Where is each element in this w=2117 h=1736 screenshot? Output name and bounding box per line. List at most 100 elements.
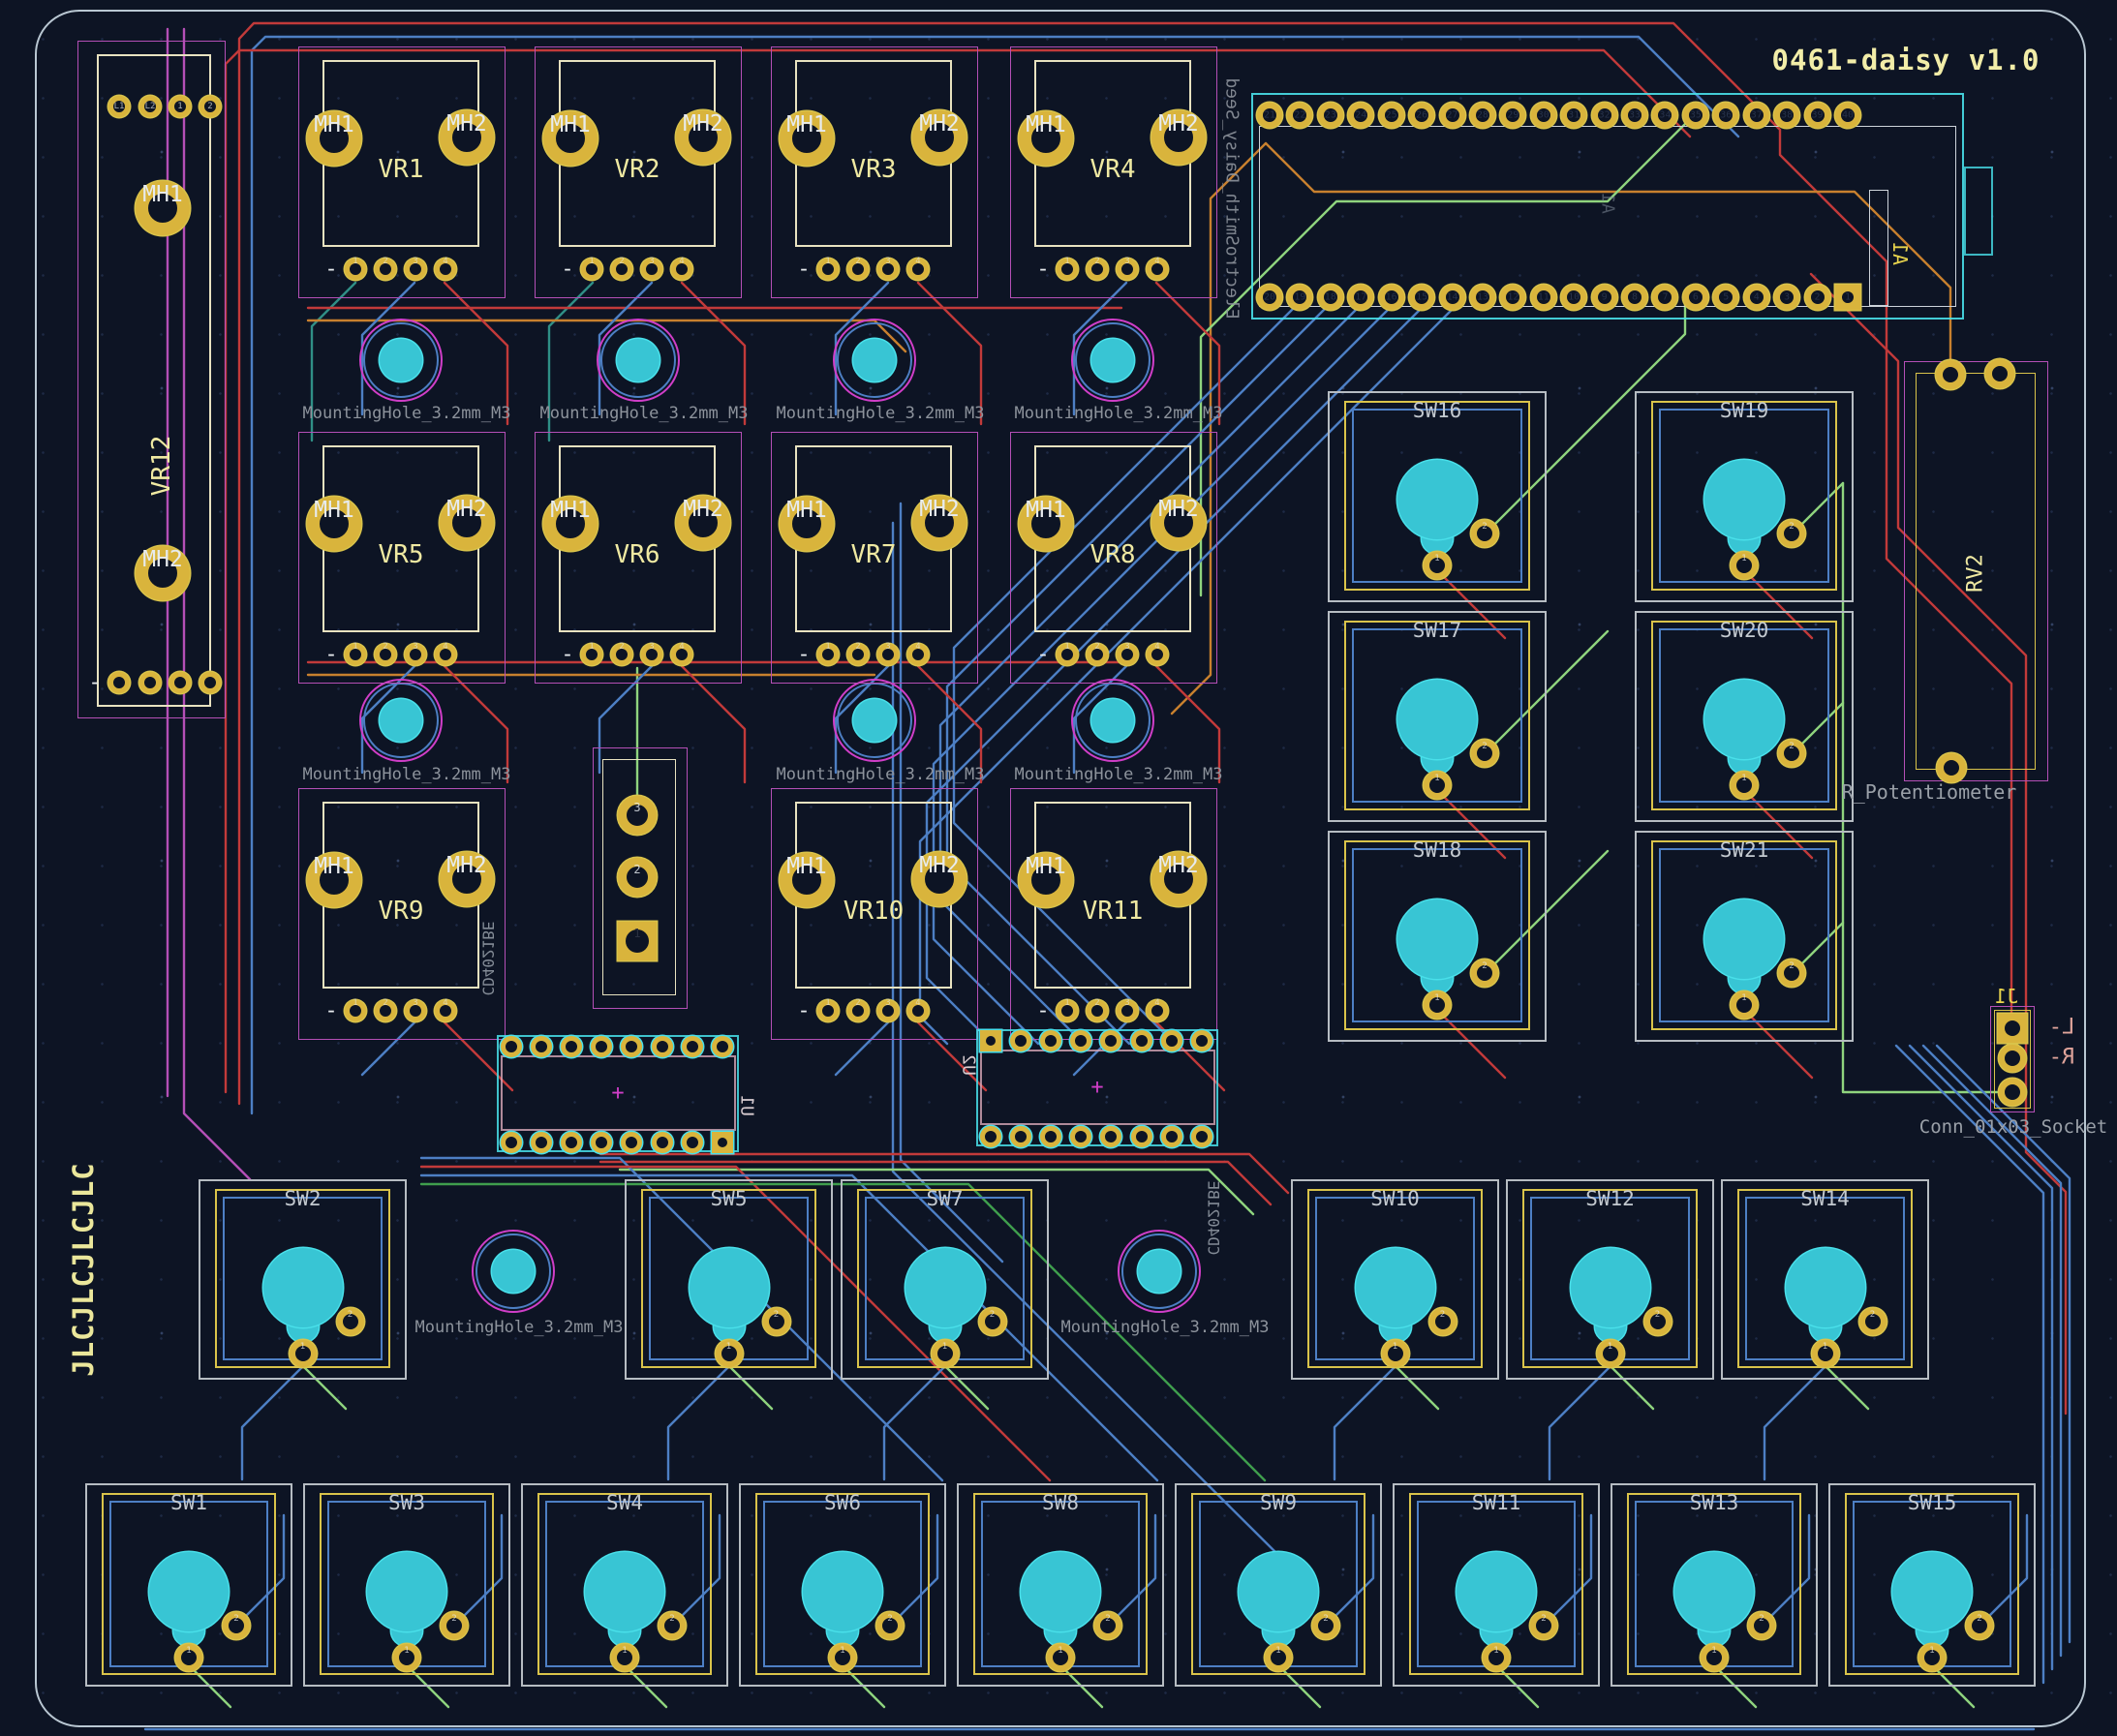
- pad[interactable]: [1191, 1030, 1212, 1051]
- pad-3[interactable]: [1999, 1079, 2026, 1106]
- pad-3[interactable]: [1937, 753, 1966, 782]
- mounting-hole[interactable]: [359, 319, 443, 402]
- footprint-sw1[interactable]: 12SW1: [85, 1483, 292, 1687]
- pcb-canvas[interactable]: 0461-daisy v1.0 JLCJLCJLCJLC ElectroSmit…: [0, 0, 2117, 1736]
- pad-number: 4: [1154, 257, 1159, 266]
- pad-number: 23: [1325, 110, 1336, 121]
- pad-2[interactable]: [1985, 359, 2014, 388]
- switch-ref-label: SW17: [1413, 619, 1462, 642]
- pad-1[interactable]: [1998, 1014, 2027, 1043]
- footprint-vr6[interactable]: MH1MH2VR61234-: [535, 432, 742, 684]
- mounting-hole[interactable]: [597, 319, 680, 402]
- pad[interactable]: [531, 1036, 552, 1057]
- mounting-hole[interactable]: [1071, 319, 1154, 402]
- pad[interactable]: [712, 1132, 733, 1153]
- footprint-vr10[interactable]: MH1MH2VR101234-: [771, 788, 978, 1040]
- switch-ref-label: SW19: [1720, 399, 1769, 422]
- footprint-sw2[interactable]: 12SW2: [199, 1179, 407, 1380]
- footprint-vr4[interactable]: MH1MH2VR41234-: [1010, 46, 1217, 298]
- pad-number: 17: [1355, 292, 1366, 303]
- pad-number: 2: [348, 1310, 353, 1320]
- footprint-vr1[interactable]: MH1MH2VR11234-: [298, 46, 506, 298]
- pad[interactable]: [501, 1036, 522, 1057]
- mounting-hole[interactable]: [833, 319, 916, 402]
- footprint-u1[interactable]: +: [497, 1035, 739, 1152]
- mounting-hole[interactable]: [1071, 679, 1154, 762]
- pad-4[interactable]: [199, 672, 221, 693]
- daisy-footprint-name: ElectroSmith_Daisy_Seed: [1222, 77, 1243, 319]
- footprint-sw5[interactable]: 12SW5: [625, 1179, 833, 1380]
- pad-number: 16: [1386, 292, 1397, 303]
- footprint-sw7[interactable]: 12SW7: [841, 1179, 1049, 1380]
- pad-number: 10: [1568, 292, 1580, 303]
- footprint-j1[interactable]: [1990, 1006, 2035, 1112]
- pad[interactable]: [652, 1036, 673, 1057]
- pad-mh1-label: MH1: [1026, 112, 1066, 137]
- footprint-vr12[interactable]: L1L212MH1MH2-: [77, 41, 226, 718]
- pot-ref-label: VR3: [851, 155, 897, 184]
- pad-number: 4: [1154, 642, 1159, 652]
- pad[interactable]: [682, 1132, 703, 1153]
- pad-2[interactable]: [139, 672, 161, 693]
- pad-1[interactable]: [1936, 360, 1965, 389]
- footprint-sw12[interactable]: 12SW12: [1506, 1179, 1714, 1380]
- pad-2[interactable]: [1999, 1045, 2026, 1072]
- pad-mh2-label: MH2: [1158, 853, 1199, 878]
- pad[interactable]: [682, 1036, 703, 1057]
- footprint-sw21[interactable]: 12SW21: [1635, 831, 1854, 1042]
- pot-outline: [97, 54, 211, 707]
- footprint-vr8[interactable]: MH1MH2VR81234-: [1010, 432, 1217, 684]
- pad[interactable]: [1010, 1126, 1031, 1147]
- pad-number: 1: [1929, 1646, 1934, 1656]
- footprint-vr9[interactable]: MH1MH2VR91234-: [298, 788, 506, 1040]
- footprint-sw17[interactable]: 12SW17: [1328, 611, 1547, 822]
- footprint-vr5[interactable]: MH1MH2VR51234-: [298, 432, 506, 684]
- footprint-vr7[interactable]: MH1MH2VR71234-: [771, 432, 978, 684]
- footprint-sw3[interactable]: 12SW3: [303, 1483, 510, 1687]
- footprint-sw13[interactable]: 12SW13: [1611, 1483, 1818, 1687]
- mounting-hole[interactable]: [1118, 1230, 1201, 1313]
- footprint-vr3[interactable]: MH1MH2VR31234-: [771, 46, 978, 298]
- pad-3[interactable]: [169, 672, 191, 693]
- footprint-u2[interactable]: +: [976, 1029, 1218, 1146]
- pad[interactable]: [712, 1036, 733, 1057]
- pad[interactable]: [980, 1126, 1001, 1147]
- footprint-sw10[interactable]: 12SW10: [1291, 1179, 1499, 1380]
- pad-number: 1: [1711, 1646, 1716, 1656]
- pad[interactable]: [1161, 1126, 1182, 1147]
- pad-1[interactable]: [108, 672, 130, 693]
- footprint-aux-connector[interactable]: 321: [593, 747, 688, 1009]
- footprint-sw20[interactable]: 12SW20: [1635, 611, 1854, 822]
- footprint-sw8[interactable]: 12SW8: [957, 1483, 1164, 1687]
- footprint-sw15[interactable]: 12SW15: [1828, 1483, 2036, 1687]
- footprint-sw9[interactable]: 12SW9: [1175, 1483, 1382, 1687]
- pad[interactable]: [1161, 1030, 1182, 1051]
- pad[interactable]: [501, 1132, 522, 1153]
- pad[interactable]: [531, 1132, 552, 1153]
- footprint-sw4[interactable]: 12SW4: [521, 1483, 728, 1687]
- pad[interactable]: [980, 1030, 1001, 1051]
- pad-label: L2: [145, 102, 156, 111]
- hole-drill: [1091, 339, 1134, 381]
- footprint-sw16[interactable]: 12SW16: [1328, 391, 1547, 602]
- pad[interactable]: [1010, 1030, 1031, 1051]
- footprint-vr2[interactable]: MH1MH2VR21234-: [535, 46, 742, 298]
- footprint-sw6[interactable]: 12SW6: [739, 1483, 946, 1687]
- footprint-sw14[interactable]: 12SW14: [1721, 1179, 1929, 1380]
- footprint-sw19[interactable]: 12SW19: [1635, 391, 1854, 602]
- pad[interactable]: [1131, 1126, 1152, 1147]
- mounting-hole[interactable]: [359, 679, 443, 762]
- footprint-vr11[interactable]: MH1MH2VR111234-: [1010, 788, 1217, 1040]
- footprint-sw11[interactable]: 12SW11: [1393, 1483, 1600, 1687]
- mounting-hole[interactable]: [833, 679, 916, 762]
- pad[interactable]: [1131, 1030, 1152, 1051]
- j1-right-channel-label: R-: [2049, 1046, 2075, 1070]
- switch-ref-label: SW5: [711, 1187, 748, 1210]
- pad[interactable]: [1191, 1126, 1212, 1147]
- footprint-sw18[interactable]: 12SW18: [1328, 831, 1547, 1042]
- pad[interactable]: [652, 1132, 673, 1153]
- pad-number: 1: [825, 257, 830, 266]
- pad-number: 1: [353, 257, 357, 266]
- pot-ref-label: VR1: [379, 155, 424, 184]
- mounting-hole[interactable]: [472, 1230, 555, 1313]
